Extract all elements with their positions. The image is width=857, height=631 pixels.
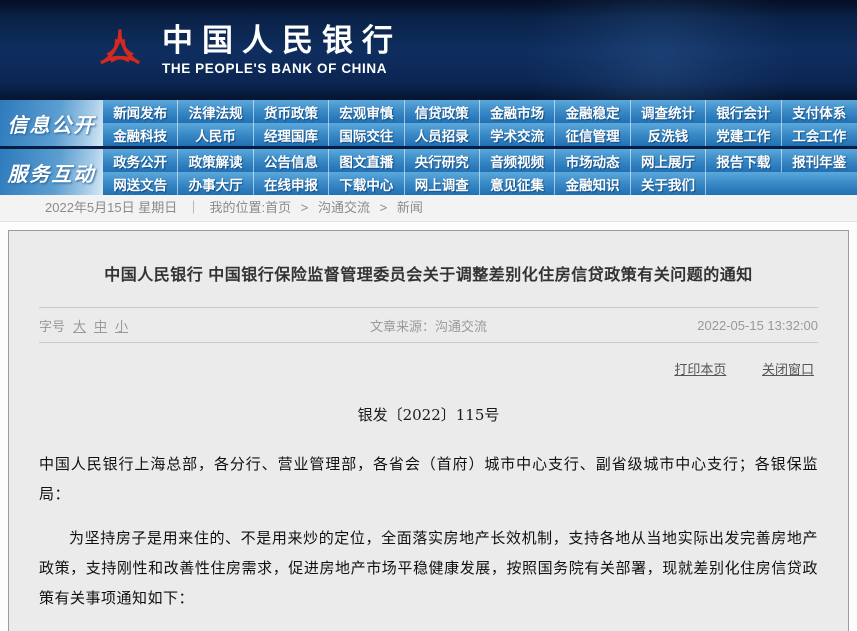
nav-item[interactable]: 学术交流 [480,123,555,146]
breadcrumb: 2022年5月15日 星期日 ｜ 我的位置:首页 > 沟通交流 > 新闻 [0,195,857,222]
article-paragraph: 中国人民银行上海总部，各分行、营业管理部，各省会（首府）城市中心支行、副省级城市… [39,449,818,509]
nav-item[interactable]: 办事大厅 [178,172,253,195]
nav-item[interactable]: 市场动态 [555,149,630,172]
print-page-link[interactable]: 打印本页 [674,362,726,377]
nav-item-empty [782,172,857,195]
nav-item[interactable]: 工会工作 [782,123,857,146]
bank-name-chinese: 中国人民银行 [162,24,402,58]
nav-item[interactable]: 报刊年鉴 [782,149,857,172]
nav-item[interactable]: 报告下载 [706,149,781,172]
bank-name-english: THE PEOPLE'S BANK OF CHINA [162,61,402,76]
article-datetime: 2022-05-15 13:32:00 [558,318,818,333]
nav-item[interactable]: 金融稳定 [555,100,630,123]
nav-item[interactable]: 下载中心 [329,172,404,195]
document-number: 银发〔2022〕115号 [39,404,818,425]
nav-item[interactable]: 法律法规 [178,100,253,123]
nav-item[interactable]: 信贷政策 [405,100,480,123]
breadcrumb-arrow: > [301,200,309,215]
bank-name-block: 中国人民银行 THE PEOPLE'S BANK OF CHINA [162,24,402,76]
nav-item[interactable]: 意见征集 [480,172,555,195]
main-navigation: 信息公开 新闻发布法律法规货币政策宏观审慎信贷政策金融市场金融稳定调查统计银行会… [0,100,857,195]
nav-item[interactable]: 新闻发布 [103,100,178,123]
font-size-large-link[interactable]: 大 [73,316,86,335]
nav-item[interactable]: 金融知识 [555,172,630,195]
breadcrumb-arrow: > [380,200,388,215]
close-window-link[interactable]: 关闭窗口 [762,362,814,377]
nav-item[interactable]: 货币政策 [254,100,329,123]
article-paragraph: 一、对于贷款购买普通自住房的居民家庭，首套住房商业性个人住房贷款利率下限调整为不… [39,627,818,631]
nav-item[interactable]: 在线申报 [254,172,329,195]
nav-item[interactable]: 网上调查 [405,172,480,195]
font-size-controls: 字号 大 中 小 [39,316,299,335]
article-actions: 打印本页 关闭窗口 [39,343,818,384]
article-title: 中国人民银行 中国银行保险监督管理委员会关于调整差别化住房信贷政策有关问题的通知 [39,231,818,307]
site-header: 人 人 人 中国人民银行 THE PEOPLE'S BANK OF CHINA [0,0,857,100]
nav-item[interactable]: 政务公开 [103,149,178,172]
nav-item[interactable]: 政策解读 [178,149,253,172]
nav-item[interactable]: 金融科技 [103,123,178,146]
breadcrumb-item-communication[interactable]: 沟通交流 [318,200,370,215]
nav-section-service-interaction: 服务互动 政务公开政策解读公告信息图文直播央行研究音频视频市场动态网上展厅报告下… [0,149,857,195]
breadcrumb-item-news[interactable]: 新闻 [397,200,423,215]
nav-item[interactable]: 银行会计 [706,100,781,123]
nav-item[interactable]: 经理国库 [254,123,329,146]
font-size-medium-link[interactable]: 中 [94,316,107,335]
nav-item[interactable]: 央行研究 [405,149,480,172]
nav-item[interactable]: 网送文告 [103,172,178,195]
nav-section-label-info[interactable]: 信息公开 [0,100,103,146]
nav-item[interactable]: 公告信息 [254,149,329,172]
nav-item[interactable]: 图文直播 [329,149,404,172]
breadcrumb-pipe: ｜ [187,200,200,215]
nav-item[interactable]: 征信管理 [555,123,630,146]
article-source: 文章来源：沟通交流 [299,316,559,335]
pboc-logo-icon: 人 人 人 [92,22,148,78]
article-meta-row: 字号 大 中 小 文章来源：沟通交流 2022-05-15 13:32:00 [39,308,818,342]
font-size-label: 字号 [39,316,65,335]
nav-item[interactable]: 音频视频 [480,149,555,172]
nav-item[interactable]: 支付体系 [782,100,857,123]
nav-item-empty [706,172,781,195]
nav-item[interactable]: 人员招录 [405,123,480,146]
nav-grid-info: 新闻发布法律法规货币政策宏观审慎信贷政策金融市场金融稳定调查统计银行会计支付体系… [103,100,857,146]
article-panel: 中国人民银行 中国银行保险监督管理委员会关于调整差别化住房信贷政策有关问题的通知… [8,230,849,631]
content-area: 中国人民银行 中国银行保险监督管理委员会关于调整差别化住房信贷政策有关问题的通知… [0,222,857,631]
nav-item[interactable]: 网上展厅 [631,149,706,172]
nav-item[interactable]: 党建工作 [706,123,781,146]
nav-item[interactable]: 反洗钱 [631,123,706,146]
article-paragraph: 为坚持房子是用来住的、不是用来炒的定位，全面落实房地产长效机制，支持各地从当地实… [39,523,818,613]
font-size-small-link[interactable]: 小 [115,316,128,335]
nav-item[interactable]: 宏观审慎 [329,100,404,123]
breadcrumb-home[interactable]: 我的位置:首页 [210,200,292,215]
current-date: 2022年5月15日 星期日 [45,200,177,215]
article-body: 中国人民银行上海总部，各分行、营业管理部，各省会（首府）城市中心支行、副省级城市… [39,449,818,631]
nav-grid-service: 政务公开政策解读公告信息图文直播央行研究音频视频市场动态网上展厅报告下载报刊年鉴… [103,149,857,195]
nav-item[interactable]: 金融市场 [480,100,555,123]
nav-item[interactable]: 关于我们 [631,172,706,195]
nav-item[interactable]: 调查统计 [631,100,706,123]
nav-section-info-disclosure: 信息公开 新闻发布法律法规货币政策宏观审慎信贷政策金融市场金融稳定调查统计银行会… [0,100,857,146]
nav-item[interactable]: 国际交往 [329,123,404,146]
nav-item[interactable]: 人民币 [178,123,253,146]
nav-section-label-service[interactable]: 服务互动 [0,149,103,195]
